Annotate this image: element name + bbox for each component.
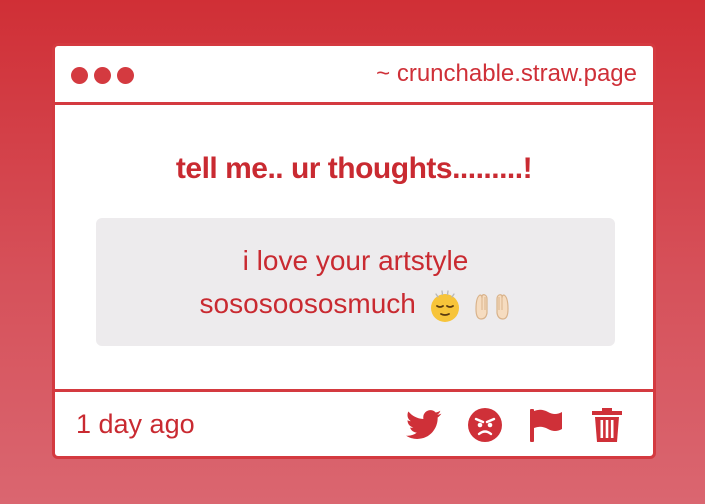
share-twitter-button[interactable]: [406, 407, 442, 443]
delete-button[interactable]: [589, 407, 625, 443]
report-button[interactable]: [528, 407, 564, 443]
window-dot-icon: [94, 67, 111, 84]
relieved-face-emoji-icon: [430, 289, 459, 322]
window-dot-icon: [117, 67, 134, 84]
trash-icon: [592, 408, 622, 442]
site-url[interactable]: ~ crunchable.straw.page: [376, 60, 637, 88]
react-angry-button[interactable]: [467, 407, 503, 443]
answer-card: ~ crunchable.straw.page tell me.. ur tho…: [52, 43, 656, 459]
window-titlebar: ~ crunchable.straw.page: [55, 46, 653, 105]
timestamp: 1 day ago: [76, 409, 195, 439]
action-buttons: [381, 407, 625, 443]
question-content: tell me.. ur thoughts.........! i love y…: [55, 105, 653, 389]
question-prompt: tell me.. ur thoughts.........!: [175, 152, 533, 185]
answer-box: i love your artstyle sososoososmuch: [96, 218, 615, 346]
palms-up-hands-emoji-icon: [475, 293, 510, 320]
angry-face-icon: [468, 408, 502, 442]
answer-text: i love your artstyle sososoososmuch: [116, 239, 596, 325]
flag-icon: [530, 409, 562, 442]
card-footer: 1 day ago: [55, 389, 653, 456]
window-dot-icon: [71, 67, 88, 84]
answer-line-2: sososoososmuch: [199, 288, 416, 319]
twitter-bird-icon: [406, 410, 442, 439]
window-controls: [71, 67, 134, 84]
answer-line-1: i love your artstyle: [242, 245, 469, 276]
